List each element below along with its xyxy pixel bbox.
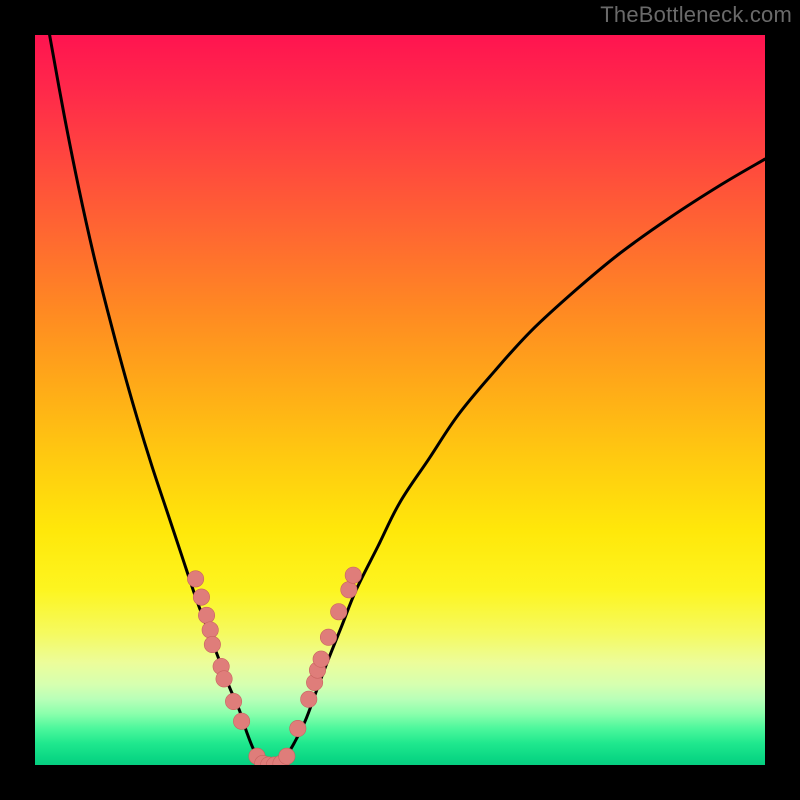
sample-dot: [320, 629, 336, 645]
plot-area: [35, 35, 765, 765]
sample-dot: [187, 571, 203, 587]
sample-dot: [204, 636, 220, 652]
curve-right-curve: [283, 159, 765, 761]
sample-dot: [225, 693, 241, 709]
sample-dot: [345, 567, 361, 583]
curve-layer: [35, 35, 765, 765]
sample-dot: [202, 622, 218, 638]
sample-dot: [233, 713, 249, 729]
sample-dot: [216, 671, 232, 687]
sample-dot: [341, 582, 357, 598]
curve-left-curve: [50, 35, 262, 761]
watermark-text: TheBottleneck.com: [600, 2, 792, 28]
sample-dot: [193, 589, 209, 605]
sample-dots: [187, 567, 361, 765]
sample-dot: [301, 691, 317, 707]
outer-frame: TheBottleneck.com: [0, 0, 800, 800]
sample-dot: [330, 604, 346, 620]
sample-dot: [313, 651, 329, 667]
sample-dot: [290, 720, 306, 736]
sample-dot: [279, 748, 295, 764]
bottleneck-curves: [50, 35, 765, 765]
sample-dot: [198, 607, 214, 623]
